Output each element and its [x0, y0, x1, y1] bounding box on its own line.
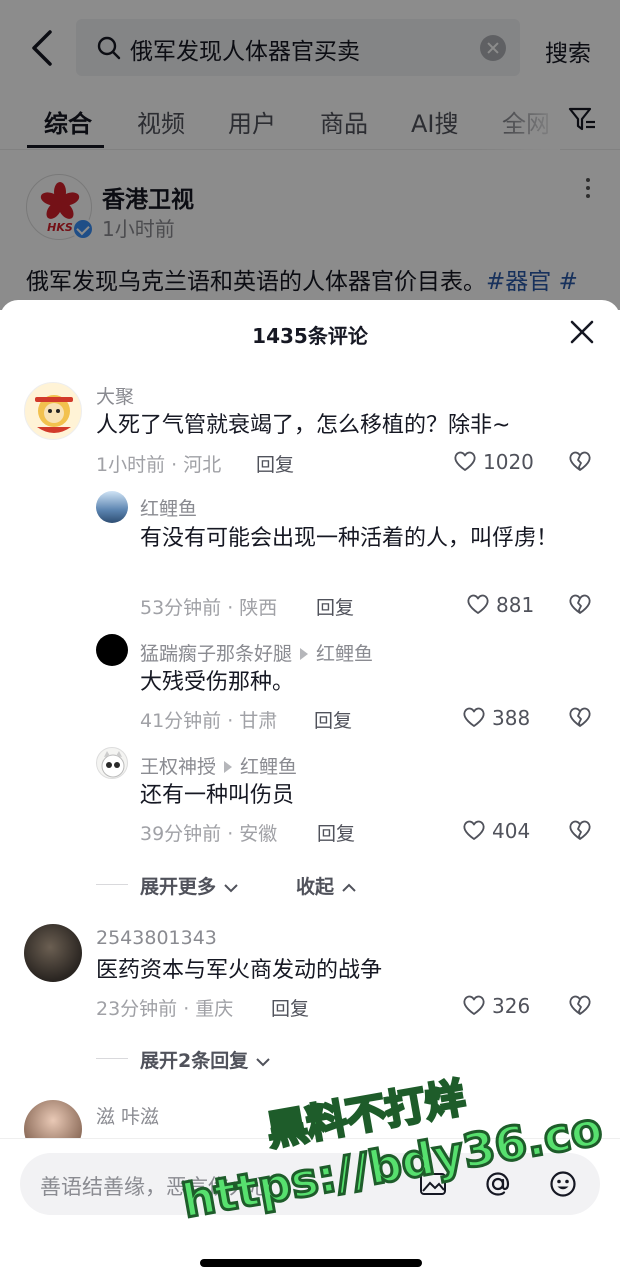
dislike-broken-heart-icon[interactable] — [568, 706, 592, 728]
cat-avatar-icon — [101, 751, 125, 778]
dislike-broken-heart-icon[interactable] — [568, 819, 592, 841]
like-heart-icon[interactable] — [462, 994, 486, 1016]
reply-button[interactable]: 回复 — [314, 706, 352, 733]
reply-button[interactable]: 回复 — [316, 593, 354, 620]
comment-text[interactable]: 有没有可能会出现一种活着的人，叫俘虏！ — [140, 524, 570, 554]
dislike-broken-heart-icon[interactable] — [568, 450, 592, 472]
comment-username[interactable]: 滋 咔滋 — [96, 1102, 159, 1129]
like-count: 881 — [496, 593, 535, 617]
comments-count-title: 1435条评论 — [252, 324, 368, 348]
thread-divider — [96, 884, 128, 885]
comment-username[interactable]: 王权神授 红鲤鱼 — [140, 752, 297, 779]
comment-text[interactable]: 人死了气管就衰竭了，怎么移植的？除非~ — [96, 411, 566, 441]
avatar[interactable] — [24, 924, 82, 982]
reply-author[interactable]: 猛踹瘸子那条好腿 — [140, 643, 292, 665]
like-count: 326 — [492, 994, 531, 1018]
reply-button[interactable]: 回复 — [256, 450, 294, 477]
close-icon[interactable] — [568, 318, 596, 346]
comment-meta: 41分钟前 · 甘肃 — [140, 710, 278, 732]
comment-text[interactable]: 大残受伤那种。 — [140, 668, 570, 698]
comment-text[interactable]: 医药资本与军火商发动的战争 — [96, 956, 566, 986]
expand-replies-label: 展开2条回复 — [140, 1050, 249, 1072]
like-heart-icon[interactable] — [466, 593, 490, 615]
like-heart-icon[interactable] — [462, 706, 486, 728]
reply-to-arrow-icon — [300, 647, 309, 660]
dislike-broken-heart-icon[interactable] — [568, 593, 592, 615]
chevron-down-icon — [223, 884, 238, 893]
reply-target[interactable]: 红鲤鱼 — [240, 756, 297, 778]
reply-button[interactable]: 回复 — [317, 819, 355, 846]
comment-username[interactable]: 2543801343 — [96, 927, 217, 949]
comment-username[interactable]: 大聚 — [96, 382, 134, 409]
like-count: 1020 — [483, 450, 534, 474]
like-count: 388 — [492, 706, 531, 730]
monkey-king-avatar-icon — [35, 395, 73, 433]
expand-more-label: 展开更多 — [140, 876, 217, 898]
reply-to-arrow-icon — [224, 760, 233, 773]
emoji-icon[interactable] — [548, 1169, 578, 1199]
avatar[interactable] — [96, 491, 128, 523]
collapse-label: 收起 — [296, 876, 335, 898]
thread-divider — [96, 1058, 128, 1059]
reply-author[interactable]: 王权神授 — [140, 756, 216, 778]
comment-text[interactable]: 还有一种叫伤员 — [140, 781, 570, 811]
expand-replies-button[interactable]: 展开2条回复 — [140, 1046, 271, 1073]
reply-target[interactable]: 红鲤鱼 — [316, 643, 373, 665]
comment-username[interactable]: 红鲤鱼 — [140, 494, 197, 521]
collapse-button[interactable]: 收起 — [296, 872, 357, 899]
avatar[interactable] — [96, 634, 128, 666]
chevron-up-icon — [341, 883, 356, 892]
reply-button[interactable]: 回复 — [271, 994, 309, 1021]
like-count: 404 — [492, 819, 531, 843]
comment-meta: 1小时前 · 河北 — [96, 454, 222, 476]
expand-more-button[interactable]: 展开更多 — [140, 872, 239, 899]
avatar[interactable] — [96, 747, 128, 779]
like-heart-icon[interactable] — [462, 819, 486, 841]
comment-meta: 53分钟前 · 陕西 — [140, 597, 278, 619]
chevron-down-icon — [256, 1058, 270, 1067]
comment-username[interactable]: 猛踹瘸子那条好腿 红鲤鱼 — [140, 639, 373, 666]
comment-meta: 39分钟前 · 安徽 — [140, 823, 278, 845]
avatar[interactable] — [24, 382, 82, 440]
home-indicator — [200, 1259, 422, 1267]
comment-meta: 23分钟前 · 重庆 — [96, 998, 234, 1020]
dislike-broken-heart-icon[interactable] — [568, 994, 592, 1016]
dim-overlay[interactable] — [0, 0, 620, 310]
like-heart-icon[interactable] — [453, 450, 477, 472]
